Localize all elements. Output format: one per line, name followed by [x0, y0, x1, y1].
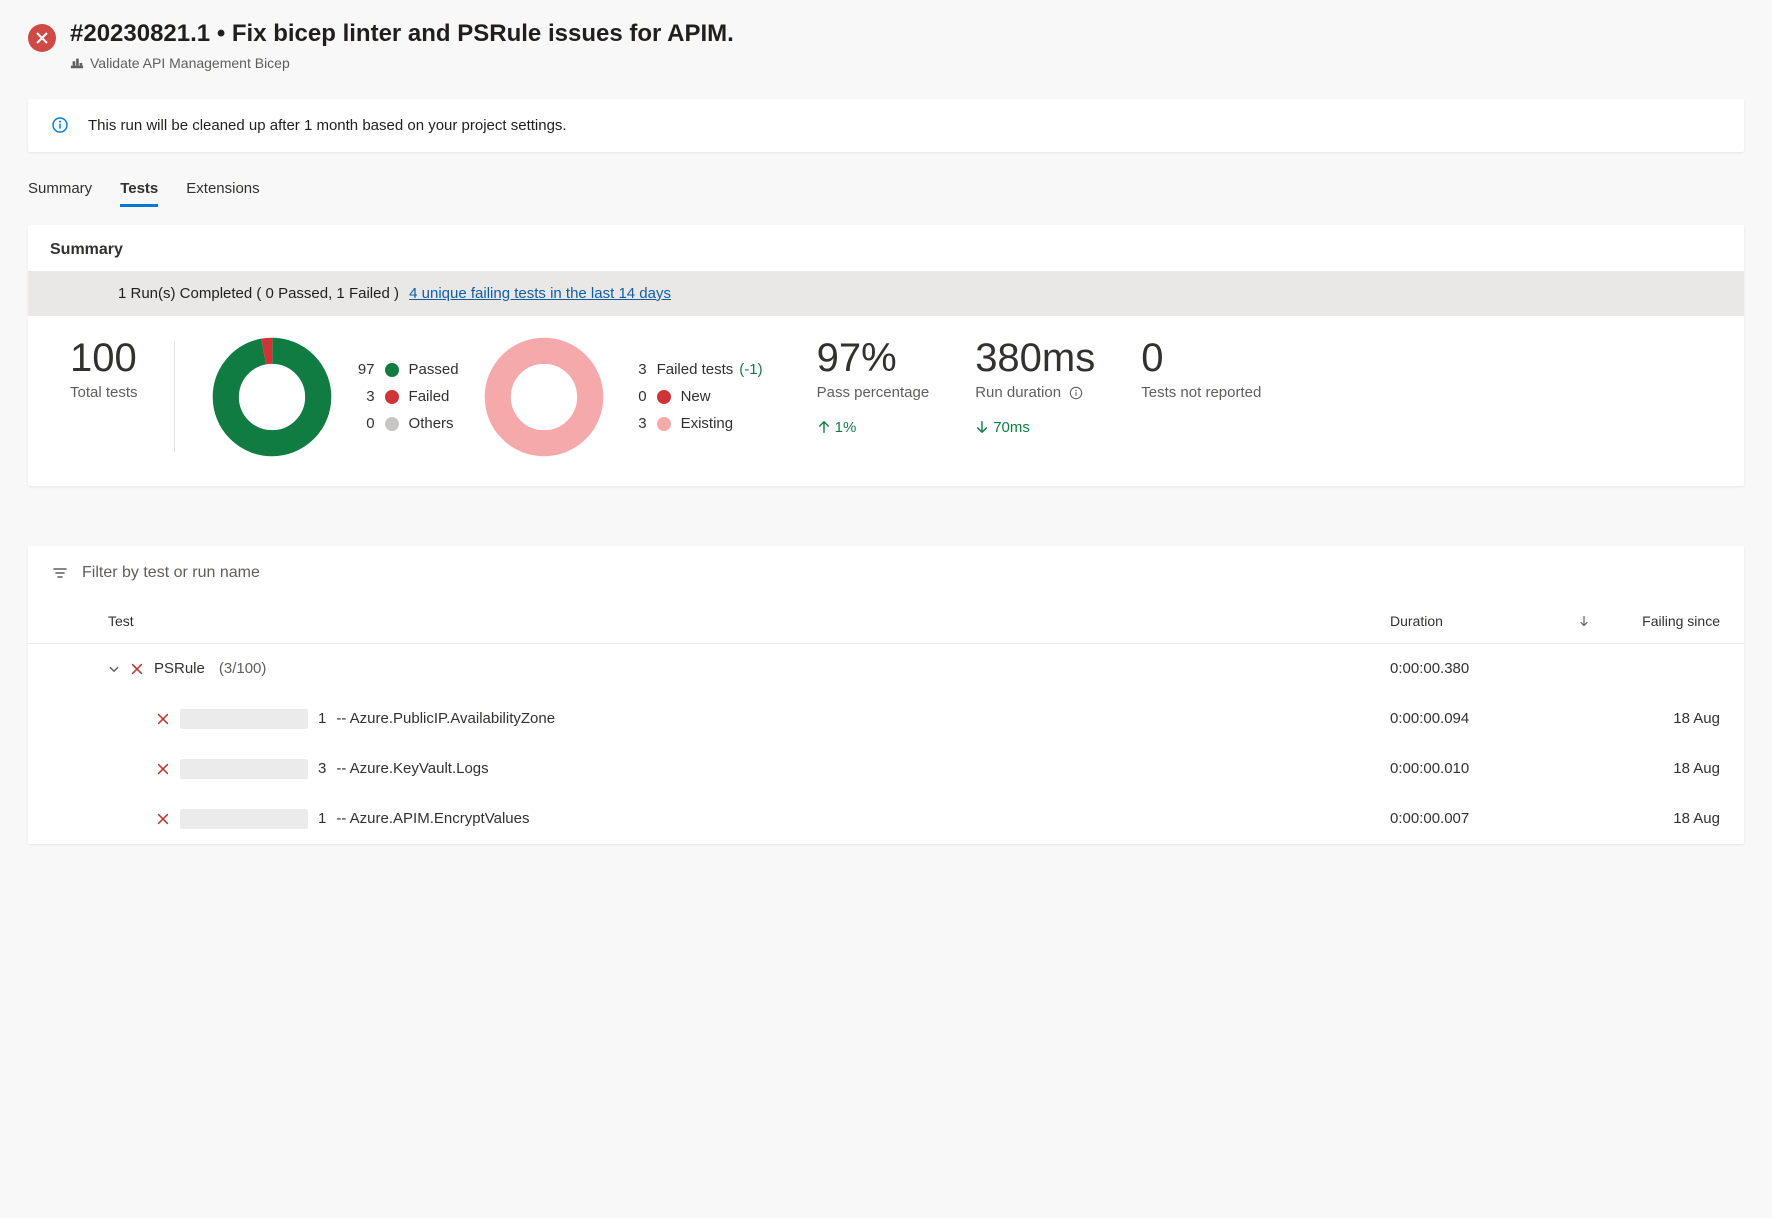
table-header: Test Duration Failing since — [28, 600, 1744, 644]
banner-text: This run will be cleaned up after 1 mont… — [88, 117, 567, 134]
fail-x-icon — [156, 762, 170, 776]
test-duration: 0:00:00.007 — [1390, 810, 1620, 827]
fail-x-icon — [130, 662, 144, 676]
fail-x-icon — [156, 812, 170, 826]
group-duration: 0:00:00.380 — [1390, 660, 1620, 677]
dot-grey-icon — [385, 417, 399, 431]
divider — [174, 342, 175, 452]
group-count: (3/100) — [219, 660, 267, 677]
filter-input[interactable] — [82, 564, 1720, 582]
test-name: -- Azure.APIM.EncryptValues — [336, 810, 529, 827]
test-failing-since: 18 Aug — [1620, 810, 1720, 827]
dot-red-icon — [657, 390, 671, 404]
failed-breakdown-donut: 3 Failed tests (-1) 0 New 3 — [483, 336, 763, 458]
sort-down-icon[interactable] — [1578, 615, 1590, 627]
runs-completed-text: 1 Run(s) Completed ( 0 Passed, 1 Failed … — [118, 285, 399, 302]
test-duration: 0:00:00.094 — [1390, 710, 1620, 727]
col-test[interactable]: Test — [52, 613, 1390, 629]
pipeline-icon — [70, 56, 84, 70]
group-name: PSRule — [154, 660, 205, 677]
test-row[interactable]: 1 -- Azure.PublicIP.AvailabilityZone 0:0… — [28, 694, 1744, 744]
outcome-donut-chart — [211, 336, 333, 458]
legend-passed: 97 Passed — [349, 361, 459, 378]
legend-others: 0 Others — [349, 415, 459, 432]
arrow-up-icon — [817, 420, 831, 434]
runs-completed-bar: 1 Run(s) Completed ( 0 Passed, 1 Failed … — [28, 271, 1744, 316]
summary-panel: Summary 1 Run(s) Completed ( 0 Passed, 1… — [28, 225, 1744, 486]
tabs: Summary Tests Extensions — [28, 180, 1744, 207]
metric-pass-percentage: 97% Pass percentage 1% — [817, 336, 930, 458]
info-icon — [52, 117, 68, 133]
total-tests-value: 100 — [70, 336, 138, 380]
tests-table-panel: Test Duration Failing since — [28, 546, 1744, 844]
cleanup-info-banner: This run will be cleaned up after 1 mont… — [28, 99, 1744, 152]
test-failing-since: 18 Aug — [1620, 760, 1720, 777]
dot-green-icon — [385, 363, 399, 377]
tab-extensions[interactable]: Extensions — [186, 180, 259, 207]
redacted-text — [180, 809, 308, 829]
test-name: -- Azure.PublicIP.AvailabilityZone — [336, 710, 555, 727]
test-group-row[interactable]: PSRule (3/100) 0:00:00.380 — [28, 644, 1744, 694]
page-header: #20230821.1 • Fix bicep linter and PSRul… — [28, 20, 1744, 71]
pass-pct-delta: 1% — [817, 419, 930, 436]
outcome-donut: 97 Passed 3 Failed 0 Others — [211, 336, 459, 458]
legend-failed: 3 Failed — [349, 388, 459, 405]
dot-pink-icon — [657, 417, 671, 431]
redacted-text — [180, 759, 308, 779]
failed-donut-chart — [483, 336, 605, 458]
test-duration: 0:00:00.010 — [1390, 760, 1620, 777]
legend-new: 0 New — [621, 388, 763, 405]
failing-tests-link[interactable]: 4 unique failing tests in the last 14 da… — [409, 285, 671, 302]
test-row[interactable]: 3 -- Azure.KeyVault.Logs 0:00:00.010 18 … — [28, 744, 1744, 794]
redacted-text — [180, 709, 308, 729]
chevron-down-icon[interactable] — [108, 663, 120, 675]
summary-heading: Summary — [28, 225, 1744, 271]
fail-x-icon — [156, 712, 170, 726]
duration-delta: 70ms — [975, 419, 1095, 436]
filter-icon[interactable] — [52, 565, 68, 581]
col-failing-since[interactable]: Failing since — [1620, 613, 1720, 629]
metric-run-duration: 380ms Run duration 70ms — [975, 336, 1095, 458]
dot-red-icon — [385, 390, 399, 404]
legend-existing: 3 Existing — [621, 415, 763, 432]
tab-tests[interactable]: Tests — [120, 180, 158, 207]
info-icon[interactable] — [1069, 386, 1083, 400]
pipeline-name: Validate API Management Bicep — [90, 55, 290, 71]
tab-summary[interactable]: Summary — [28, 180, 92, 207]
test-row[interactable]: 1 -- Azure.APIM.EncryptValues 0:00:00.00… — [28, 794, 1744, 844]
arrow-down-icon — [975, 420, 989, 434]
total-tests-label: Total tests — [70, 384, 138, 401]
test-name: -- Azure.KeyVault.Logs — [336, 760, 488, 777]
col-duration[interactable]: Duration — [1390, 613, 1443, 629]
legend-failed-header: 3 Failed tests (-1) — [621, 361, 763, 378]
metric-not-reported: 0 Tests not reported — [1141, 336, 1261, 458]
metric-total-tests: 100 Total tests — [70, 336, 138, 458]
run-status-failed-icon — [28, 24, 56, 52]
test-failing-since: 18 Aug — [1620, 710, 1720, 727]
run-title: #20230821.1 • Fix bicep linter and PSRul… — [70, 20, 734, 49]
